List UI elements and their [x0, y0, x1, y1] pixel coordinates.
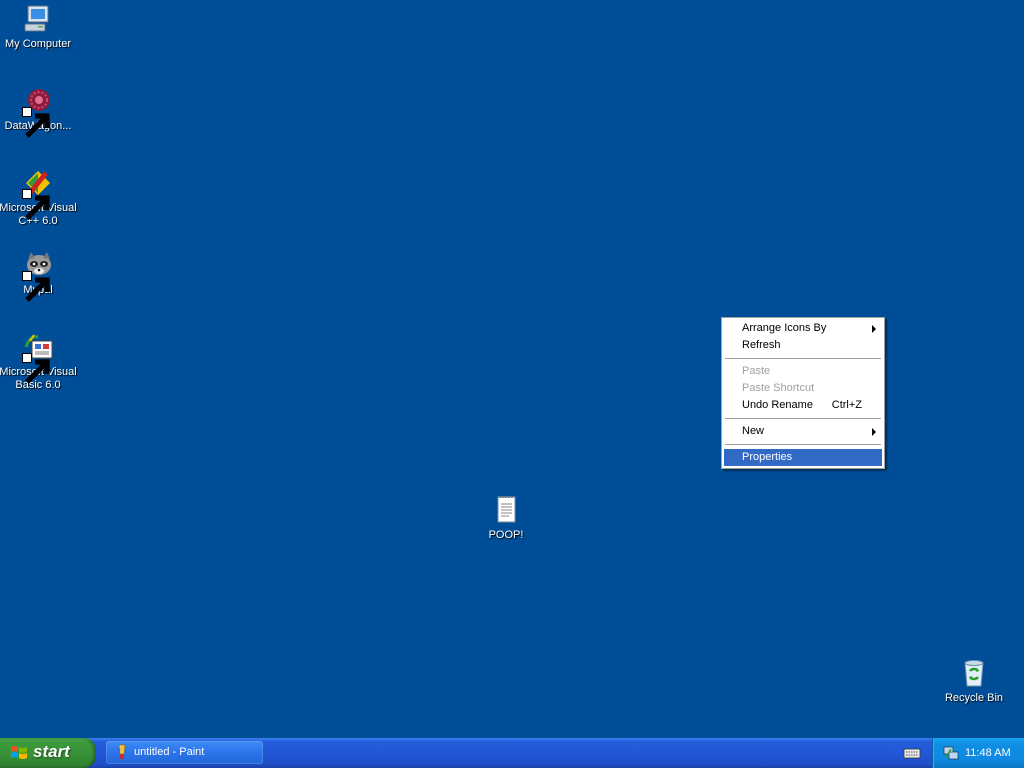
menu-separator — [725, 418, 881, 419]
windows-flag-icon — [10, 744, 28, 762]
desktop-icon-mypal[interactable]: Mypal — [0, 249, 78, 302]
menu-item-refresh[interactable]: Refresh — [724, 337, 882, 354]
desktop-icon-label: Recycle Bin — [944, 692, 1004, 704]
notepad-file-icon — [490, 494, 522, 526]
menu-item-label: Paste Shortcut — [742, 382, 815, 394]
menu-item-paste: Paste — [724, 363, 882, 380]
desktop-icon-poop-file[interactable]: POOP! — [466, 494, 546, 542]
menu-item-label: Undo Rename — [742, 399, 813, 411]
task-label: untitled - Paint — [134, 746, 205, 758]
menu-item-label: Refresh — [742, 339, 781, 351]
shortcut-arrow-icon — [22, 107, 50, 138]
desktop-icon-recycle-bin[interactable]: Recycle Bin — [934, 657, 1014, 705]
menu-item-shortcut: Ctrl+Z — [831, 399, 862, 411]
shortcut-arrow-icon — [22, 353, 50, 384]
shortcut-arrow-icon — [22, 189, 50, 220]
taskbar: start untitled - Paint 11:48 AM — [0, 738, 1024, 768]
start-button[interactable]: start — [0, 738, 96, 768]
menu-item-undo-rename[interactable]: Undo Rename Ctrl+Z — [724, 397, 882, 414]
submenu-arrow-icon — [872, 428, 876, 436]
network-icon[interactable] — [943, 745, 959, 761]
menu-item-new[interactable]: New — [724, 423, 882, 440]
menu-separator — [725, 358, 881, 359]
menu-separator — [725, 444, 881, 445]
desktop-context-menu: Arrange Icons By Refresh Paste Paste Sho… — [721, 317, 885, 469]
visual-basic-icon — [22, 331, 54, 384]
datawagon-icon — [22, 85, 54, 138]
menu-item-label: Arrange Icons By — [742, 322, 827, 334]
desktop-icon-datawagon[interactable]: DataWagon... — [0, 85, 78, 138]
desktop[interactable]: My Computer DataWagon... Microsoft Visua… — [0, 0, 1024, 738]
recycle-bin-icon — [958, 657, 990, 689]
menu-item-properties[interactable]: Properties — [724, 449, 882, 466]
desktop-icon-visual-basic[interactable]: Microsoft Visual Basic 6.0 — [0, 331, 78, 392]
computer-icon — [22, 3, 54, 35]
menu-item-arrange-icons-by[interactable]: Arrange Icons By — [724, 320, 882, 337]
submenu-arrow-icon — [872, 325, 876, 333]
keyboard-icon[interactable] — [900, 743, 924, 763]
desktop-icon-visual-cpp[interactable]: Microsoft Visual C++ 6.0 — [0, 167, 78, 228]
system-tray: 11:48 AM — [932, 738, 1024, 768]
desktop-icon-my-computer[interactable]: My Computer — [0, 3, 78, 51]
clock[interactable]: 11:48 AM — [965, 747, 1011, 759]
visual-cpp-icon — [22, 167, 54, 220]
start-label: start — [33, 742, 70, 761]
menu-item-label: Properties — [742, 451, 793, 463]
shortcut-arrow-icon — [22, 271, 50, 302]
paint-icon — [114, 744, 130, 760]
mypal-icon — [22, 249, 54, 302]
desktop-icon-label: POOP! — [488, 529, 524, 541]
menu-item-paste-shortcut: Paste Shortcut — [724, 380, 882, 397]
menu-item-label: Paste — [742, 365, 771, 377]
desktop-icon-label: My Computer — [4, 38, 72, 50]
taskbar-button-paint[interactable]: untitled - Paint — [106, 741, 263, 764]
menu-item-label: New — [742, 425, 765, 437]
